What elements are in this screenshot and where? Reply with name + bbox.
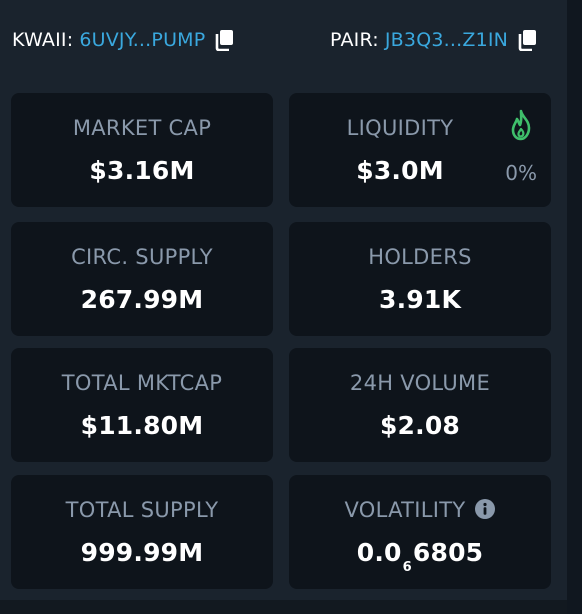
volume-24h-card: 24H VOLUME $2.08 (289, 348, 551, 462)
total-mktcap-value: $11.80M (80, 411, 204, 440)
liquidity-title: LIQUIDITY (346, 116, 454, 140)
liquidity-change: 0% (505, 161, 537, 185)
volatility-title-row: VOLATILITY (289, 498, 551, 522)
volatility-value: 0.066805 (289, 538, 551, 575)
volume-24h-value: $2.08 (379, 411, 461, 440)
total-mktcap-card: TOTAL MKTCAP $11.80M (11, 348, 273, 462)
liquidity-value: $3.0M (356, 156, 444, 185)
copy-icon (518, 30, 537, 51)
copy-pair-address-button[interactable] (516, 28, 538, 52)
pair-label: PAIR: (330, 29, 379, 51)
volatility-value-prefix: 0.0 (356, 538, 402, 567)
market-cap-value: $3.16M (89, 156, 195, 185)
volatility-value-suffix: 6805 (412, 538, 484, 567)
pair-address-row: PAIR: JB3Q3...Z1IN (330, 26, 538, 54)
liquidity-card: LIQUIDITY $3.0M 0% (289, 93, 551, 207)
volatility-value-subscript: 6 (402, 560, 412, 575)
circ-supply-title: CIRC. SUPPLY (71, 245, 213, 269)
volume-24h-title: 24H VOLUME (349, 371, 491, 395)
pair-address-link[interactable]: JB3Q3...Z1IN (385, 29, 508, 51)
flame-icon (511, 109, 531, 141)
total-mktcap-title: TOTAL MKTCAP (61, 371, 223, 395)
token-address-row: KWAII: 6UVJY...PUMP (12, 26, 235, 54)
total-supply-title: TOTAL SUPPLY (65, 498, 219, 522)
circ-supply-card: CIRC. SUPPLY 267.99M (11, 222, 273, 336)
token-address-link[interactable]: 6UVJY...PUMP (79, 29, 205, 51)
info-icon[interactable] (474, 498, 496, 520)
token-label: KWAII: (12, 29, 74, 51)
holders-value: 3.91K (378, 285, 462, 314)
volatility-title: VOLATILITY (344, 498, 466, 522)
circ-supply-value: 267.99M (80, 285, 204, 314)
total-supply-card: TOTAL SUPPLY 999.99M (11, 475, 273, 589)
panel-bottom-edge (0, 600, 567, 614)
holders-card: HOLDERS 3.91K (289, 222, 551, 336)
holders-title: HOLDERS (368, 245, 472, 269)
total-supply-value: 999.99M (80, 538, 204, 567)
scrollbar[interactable] (567, 0, 582, 614)
market-cap-card: MARKET CAP $3.16M (11, 93, 273, 207)
copy-token-address-button[interactable] (213, 28, 235, 52)
market-cap-title: MARKET CAP (72, 116, 212, 140)
copy-icon (216, 30, 234, 51)
volatility-card: VOLATILITY 0.066805 (289, 475, 551, 589)
